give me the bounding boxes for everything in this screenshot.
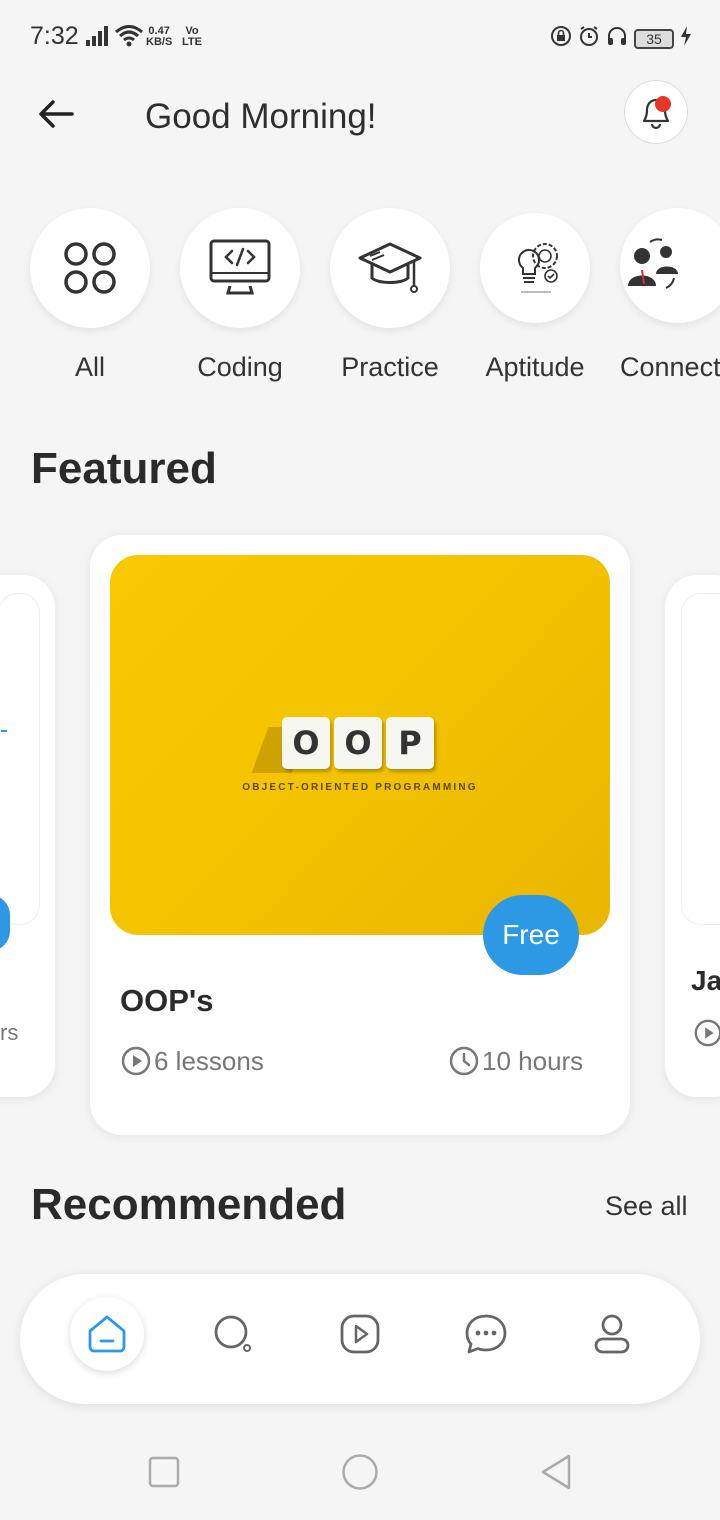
home-icon bbox=[88, 1315, 126, 1353]
image-caption: OBJECT-ORIENTED PROGRAMMING bbox=[242, 782, 478, 793]
grid-circles-icon bbox=[64, 242, 116, 294]
letter-tile: O bbox=[282, 717, 330, 769]
battery-indicator: 35 bbox=[634, 28, 674, 49]
next-card-title: Ja bbox=[691, 965, 720, 996]
lte-label: LTE bbox=[182, 36, 202, 48]
category-all[interactable] bbox=[30, 208, 150, 328]
see-all-link[interactable]: See all bbox=[605, 1191, 688, 1222]
letter-tile: P bbox=[386, 717, 434, 769]
circle-icon bbox=[342, 1454, 378, 1490]
signal-icon bbox=[86, 26, 110, 51]
status-right-icons: 35 bbox=[550, 25, 692, 52]
category-label-connect: Connect bbox=[620, 352, 720, 382]
recent-apps-button[interactable] bbox=[134, 1442, 194, 1502]
triangle-back-icon bbox=[541, 1454, 571, 1490]
course-title: OOP's bbox=[120, 983, 214, 1018]
nav-search[interactable] bbox=[196, 1297, 270, 1371]
charging-icon bbox=[680, 26, 692, 51]
speed-unit: KB/S bbox=[146, 36, 173, 48]
category-label-coding: Coding bbox=[197, 352, 283, 382]
nav-chat[interactable] bbox=[449, 1297, 523, 1371]
featured-card-next[interactable]: Ja bbox=[665, 575, 720, 1097]
search-icon bbox=[214, 1315, 251, 1352]
arrow-left-icon bbox=[39, 100, 74, 128]
home-system-button[interactable] bbox=[330, 1442, 390, 1502]
prev-card-meta: rs bbox=[0, 1020, 19, 1045]
status-time: 7:32 bbox=[30, 22, 79, 50]
letter-tiles: O O P bbox=[282, 717, 434, 769]
category-connect[interactable] bbox=[620, 208, 720, 323]
back-system-button[interactable] bbox=[526, 1442, 586, 1502]
notification-button[interactable] bbox=[624, 80, 688, 144]
play-circle-icon bbox=[121, 1046, 151, 1076]
status-bar: 7:32 0.47 KB/S Vo LTE 35 bbox=[0, 0, 720, 76]
letter-tile: O bbox=[334, 717, 382, 769]
featured-course-card[interactable]: O O P OBJECT-ORIENTED PROGRAMMING Free O… bbox=[90, 535, 630, 1135]
lessons-count: 6 lessons bbox=[120, 1045, 264, 1077]
play-icon bbox=[340, 1314, 380, 1354]
network-type: Vo LTE bbox=[182, 26, 202, 48]
headphones-icon bbox=[606, 25, 628, 52]
graduation-cap-icon bbox=[358, 242, 422, 293]
recommended-title: Recommended bbox=[31, 1180, 347, 1229]
alarm-icon bbox=[578, 25, 600, 52]
category-coding[interactable] bbox=[180, 208, 300, 328]
lock-rotation-icon bbox=[550, 25, 572, 52]
wifi-icon bbox=[114, 25, 144, 52]
nav-profile[interactable] bbox=[575, 1297, 649, 1371]
bottom-navigation bbox=[20, 1274, 700, 1404]
network-speed: 0.47 KB/S bbox=[146, 26, 172, 48]
nav-home[interactable] bbox=[70, 1297, 144, 1371]
lessons-label: 6 lessons bbox=[154, 1045, 264, 1076]
nav-videos[interactable] bbox=[323, 1297, 397, 1371]
greeting-title: Good Morning! bbox=[145, 97, 377, 136]
play-circle-icon bbox=[693, 1018, 720, 1053]
course-image: O O P OBJECT-ORIENTED PROGRAMMING bbox=[110, 555, 610, 935]
people-connect-icon bbox=[627, 237, 678, 289]
category-all-circle[interactable] bbox=[30, 208, 150, 328]
back-button[interactable] bbox=[28, 86, 84, 142]
profile-icon bbox=[594, 1314, 630, 1354]
bell-icon bbox=[642, 96, 671, 130]
course-duration: 10 hours bbox=[448, 1045, 583, 1077]
duration-label: 10 hours bbox=[482, 1045, 584, 1076]
featured-card-prev[interactable]: rs bbox=[0, 575, 55, 1097]
category-label-all: All bbox=[74, 352, 105, 382]
category-aptitude-circle[interactable] bbox=[480, 213, 590, 323]
next-card-image bbox=[681, 593, 720, 925]
category-practice-circle[interactable] bbox=[330, 208, 450, 328]
category-label-aptitude: Aptitude bbox=[485, 352, 585, 382]
category-coding-circle[interactable] bbox=[180, 208, 300, 328]
category-aptitude[interactable] bbox=[480, 213, 590, 323]
category-connect-circle[interactable] bbox=[620, 208, 720, 323]
featured-title: Featured bbox=[31, 444, 217, 493]
prev-card-image bbox=[0, 593, 40, 925]
category-label-practice: Practice bbox=[341, 352, 439, 382]
category-practice[interactable] bbox=[330, 208, 450, 328]
square-icon bbox=[148, 1456, 180, 1488]
monitor-code-icon bbox=[209, 239, 271, 295]
free-badge: Free bbox=[483, 895, 579, 975]
lightbulb-gear-icon bbox=[517, 243, 558, 293]
clock-icon bbox=[449, 1046, 479, 1076]
chat-icon bbox=[465, 1314, 507, 1354]
prev-card-dash bbox=[1, 730, 7, 732]
